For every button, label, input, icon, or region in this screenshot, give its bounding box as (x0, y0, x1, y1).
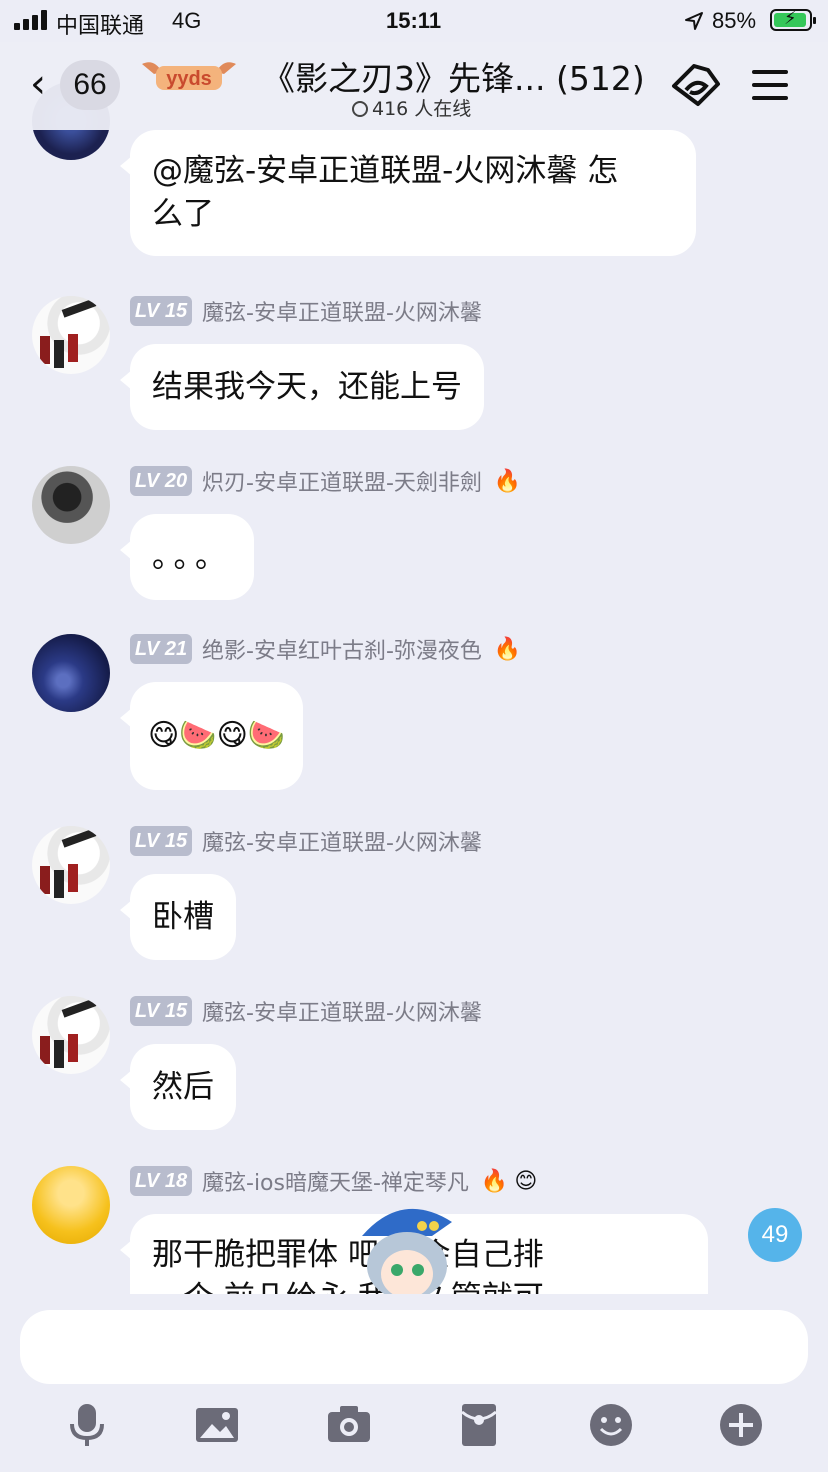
group-title[interactable]: 《影之刃3》先锋... (512) (262, 52, 645, 100)
message-meta: LV 15 魔弦-安卓正道联盟-火网沐馨 (130, 296, 482, 326)
message-bubble[interactable]: 结果我今天，还能上号 (120, 344, 484, 430)
sender-name[interactable]: 魔弦-安卓正道联盟-火网沐馨 (202, 825, 482, 857)
level-badge: LV 21 (130, 634, 192, 664)
unread-count-badge[interactable]: 49 (748, 1208, 802, 1262)
camera-icon[interactable] (326, 1402, 372, 1448)
sender-name[interactable]: 绝影-安卓红叶古刹-弥漫夜色 (202, 633, 482, 665)
network-label: 4G (172, 8, 202, 33)
battery-icon: ⚡ (770, 8, 816, 31)
chat-header: ‹ 66 yyds 《影之刃3》先锋... (512) 416 人在线 (0, 42, 828, 130)
fire-icon: 🔥 (480, 1168, 509, 1194)
clock: 15:11 (386, 8, 442, 33)
online-count: 416 人在线 (352, 94, 471, 121)
avatar[interactable] (32, 996, 110, 1074)
level-badge: LV 20 (130, 466, 192, 496)
message-input[interactable] (20, 1310, 808, 1384)
level-badge: LV 15 (130, 296, 192, 326)
message-meta: LV 21 绝影-安卓红叶古刹-弥漫夜色 🔥 (130, 634, 521, 664)
red-packet-icon[interactable] (456, 1402, 502, 1448)
sender-name[interactable]: 炽刃-安卓正道联盟-天劍非劍 (202, 465, 482, 497)
message-bubble[interactable]: 然后 (120, 1044, 236, 1130)
fire-icon: 🔥 (493, 468, 522, 494)
microphone-icon[interactable] (64, 1402, 110, 1448)
emoji-icon[interactable] (588, 1402, 634, 1448)
sender-name[interactable]: 魔弦-安卓正道联盟-火网沐馨 (202, 995, 482, 1027)
group-tag-icon[interactable] (668, 60, 724, 110)
svg-text:yyds: yyds (166, 68, 212, 90)
menu-icon[interactable] (752, 70, 788, 100)
back-unread-badge[interactable]: 66 (60, 60, 120, 110)
message-bubble[interactable]: @魔弦-安卓正道联盟-火网沐馨 怎 么了 (120, 130, 696, 256)
signal-icon (14, 10, 50, 30)
level-badge: LV 15 (130, 996, 192, 1026)
message-bubble[interactable]: 卧槽 (120, 874, 236, 960)
message-meta: LV 15 魔弦-安卓正道联盟-火网沐馨 (130, 826, 482, 856)
message-meta: LV 15 魔弦-安卓正道联盟-火网沐馨 (130, 996, 482, 1026)
message-bubble[interactable]: 😋🍉😋🍉 (119, 682, 304, 790)
level-badge: LV 15 (130, 826, 192, 856)
message-bubble[interactable]: 。。。 (120, 514, 254, 600)
avatar[interactable] (32, 296, 110, 374)
yyds-badge-icon: yyds (142, 62, 236, 90)
status-bar: 中国联通 4G 15:11 85% ⚡ (0, 0, 828, 42)
carrier-label: 中国联通 (56, 13, 145, 38)
online-label: 416 人在线 (372, 98, 472, 120)
avatar[interactable] (32, 466, 110, 544)
fire-icon: 🔥 (493, 636, 522, 662)
level-badge: LV 18 (130, 1166, 192, 1196)
avatar[interactable] (32, 634, 110, 712)
input-toolbar (0, 1402, 828, 1452)
avatar[interactable] (32, 826, 110, 904)
message-meta: LV 18 魔弦-ios暗魔天堡-禅定琴凡 🔥 😊 (130, 1166, 537, 1196)
mascot-sticker-icon[interactable] (352, 1196, 462, 1296)
message-meta: LV 20 炽刃-安卓正道联盟-天劍非劍 🔥 (130, 466, 521, 496)
back-chevron-icon[interactable]: ‹ (30, 64, 46, 104)
avatar[interactable] (32, 1166, 110, 1244)
location-arrow-icon (685, 12, 703, 30)
online-status-icon (352, 101, 368, 117)
input-area (0, 1294, 828, 1472)
smile-badge-icon: 😊 (514, 1168, 538, 1194)
sender-name[interactable]: 魔弦-ios暗魔天堡-禅定琴凡 (202, 1165, 469, 1197)
battery-percent: 85% (712, 8, 757, 33)
plus-icon[interactable] (718, 1402, 764, 1448)
image-icon[interactable] (194, 1402, 240, 1448)
sender-name[interactable]: 魔弦-安卓正道联盟-火网沐馨 (202, 295, 482, 327)
